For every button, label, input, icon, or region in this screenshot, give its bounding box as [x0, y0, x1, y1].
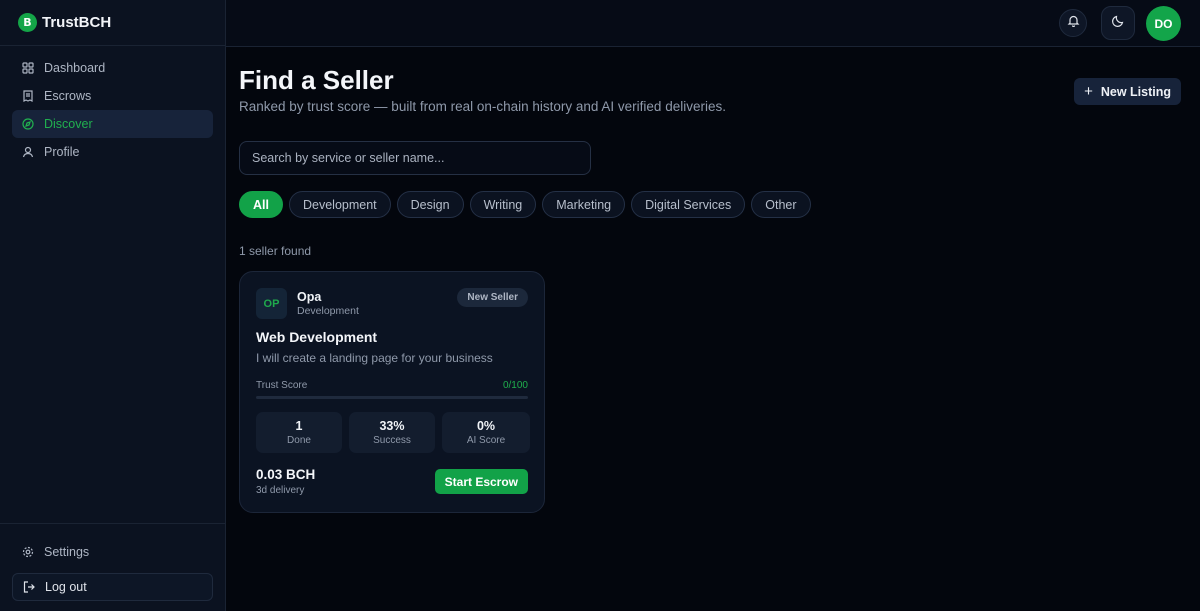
user-avatar[interactable]: DO [1146, 6, 1181, 41]
brand[interactable]: B TrustBCH [0, 0, 225, 46]
stat-value: 0% [476, 419, 496, 433]
sidebar-item-discover[interactable]: Discover [12, 110, 213, 138]
filter-chip-all[interactable]: All [239, 191, 283, 218]
settings-label: Settings [44, 545, 90, 559]
stat-label: AI Score [466, 435, 506, 446]
seller-card[interactable]: OP Opa Development New Seller Web Develo… [239, 271, 545, 513]
price: 0.03 BCH [256, 467, 316, 482]
filter-chip-other[interactable]: Other [751, 191, 811, 218]
seller-category: Development [297, 305, 359, 317]
service-description: I will create a landing page for your bu… [256, 351, 493, 365]
start-escrow-button[interactable]: Start Escrow [434, 469, 528, 494]
moon-icon [1111, 14, 1125, 33]
sidebar-item-label: Dashboard [44, 61, 106, 75]
new-listing-label: New Listing [1100, 84, 1171, 99]
compass-icon [22, 118, 34, 130]
sidebar-item-settings[interactable]: Settings [12, 538, 213, 566]
user-icon [22, 146, 34, 158]
trust-score-bar [256, 396, 528, 399]
filter-chip-marketing[interactable]: Marketing [542, 191, 626, 218]
category-filters: All Development Design Writing Marketing… [239, 191, 811, 218]
delivery-time: 3d delivery [256, 485, 305, 496]
brand-logo-icon: B [18, 13, 37, 32]
notifications-button[interactable] [1059, 9, 1087, 37]
result-count: 1 seller found [239, 244, 312, 258]
stat-done: 1 Done [256, 412, 342, 453]
sidebar-item-label: Escrows [44, 89, 92, 103]
service-title: Web Development [256, 329, 378, 345]
receipt-icon [22, 90, 34, 102]
sidebar-footer: Settings Log out [0, 523, 225, 601]
sidebar-nav: Dashboard Escrows Discover Profile [0, 46, 225, 166]
stat-ai-score: 0% AI Score [442, 412, 530, 453]
theme-toggle-button[interactable] [1101, 6, 1135, 40]
logout-button[interactable]: Log out [12, 573, 213, 601]
sidebar-item-dashboard[interactable]: Dashboard [12, 54, 213, 82]
filter-chip-digital-services[interactable]: Digital Services [631, 191, 746, 218]
main-content: Find a Seller Ranked by trust score — bu… [226, 47, 1200, 611]
sidebar-item-label: Profile [44, 145, 80, 159]
page-subtitle: Ranked by trust score — built from real … [239, 99, 726, 114]
search-input[interactable] [239, 141, 591, 175]
topbar: DO [226, 0, 1200, 47]
filter-chip-design[interactable]: Design [396, 191, 464, 218]
filter-chip-development[interactable]: Development [288, 191, 391, 218]
gear-icon [22, 546, 34, 558]
trust-score-label: Trust Score [256, 380, 308, 391]
stat-value: 33% [379, 419, 405, 433]
status-badge: New Seller [457, 288, 528, 307]
page-title: Find a Seller [239, 65, 394, 95]
stat-value: 1 [295, 419, 303, 433]
new-listing-button[interactable]: + New Listing [1074, 78, 1181, 105]
sidebar-item-label: Discover [44, 117, 93, 131]
stat-success: 33% Success [349, 412, 435, 453]
grid-icon [22, 62, 34, 74]
seller-avatar: OP [256, 288, 287, 319]
logout-label: Log out [45, 580, 87, 594]
bell-icon [1067, 14, 1080, 32]
trust-score-value: 0/100 [502, 380, 528, 391]
plus-icon: + [1084, 83, 1093, 100]
sidebar: B TrustBCH Dashboard Escrows Discover Pr… [0, 0, 226, 611]
sidebar-item-profile[interactable]: Profile [12, 138, 213, 166]
sidebar-item-escrows[interactable]: Escrows [12, 82, 213, 110]
brand-name: TrustBCH [42, 14, 112, 31]
stat-label: Success [373, 435, 411, 446]
stat-label: Done [287, 435, 311, 446]
filter-chip-writing[interactable]: Writing [469, 191, 537, 218]
logout-icon [23, 581, 35, 593]
seller-name: Opa [297, 290, 322, 304]
